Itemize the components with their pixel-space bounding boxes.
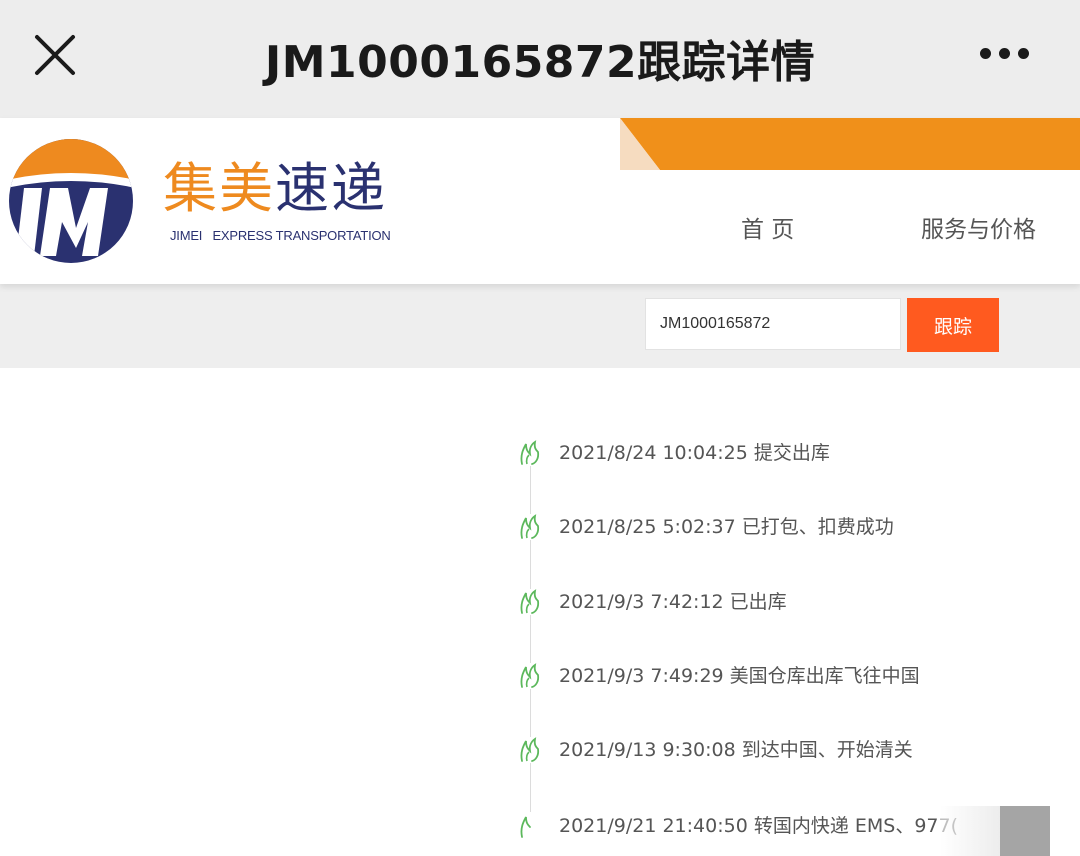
brand-name-part2: 速递	[275, 157, 387, 220]
app-bar: JM1000165872跟踪详情	[0, 0, 1080, 118]
sprout-icon	[518, 737, 542, 763]
timeline-event-text: 2021/9/3 7:42:12 已出库	[559, 591, 787, 613]
site-header: 集美速递 JIMEI EXPRESS TRANSPORTATION 首 页 服务…	[0, 118, 1080, 284]
sprout-icon	[518, 813, 542, 839]
timeline-event-text: 2021/9/13 9:30:08 到达中国、开始清关	[559, 739, 913, 761]
sprout-icon	[518, 514, 542, 540]
timeline-item: 2021/8/24 10:04:25 提交出库	[0, 440, 1080, 480]
timeline-item: 2021/9/13 9:30:08 到达中国、开始清关	[0, 737, 1080, 777]
sprout-icon	[518, 663, 542, 689]
nav-item-home[interactable]: 首 页	[741, 210, 794, 244]
sprout-icon	[518, 589, 542, 615]
search-bar: 跟踪	[0, 284, 1080, 368]
page-title: JM1000165872跟踪详情	[264, 37, 816, 88]
timeline-item: 2021/9/3 7:42:12 已出库	[0, 589, 1080, 629]
timeline-event-text: 2021/9/21 21:40:50 转国内快递 EMS、977(	[559, 815, 959, 837]
timeline-item: 2021/9/3 7:49:29 美国仓库出库飞往中国	[0, 663, 1080, 703]
nav-item-services-pricing[interactable]: 服务与价格	[921, 210, 1036, 244]
timeline-item: 2021/9/21 21:40:50 转国内快递 EMS、977(	[0, 813, 1080, 853]
timeline-event-text: 2021/9/3 7:49:29 美国仓库出库飞往中国	[559, 665, 920, 687]
floating-scroll-button[interactable]	[1000, 806, 1050, 856]
brand-name-part1: 集美	[163, 157, 275, 220]
timeline-event-text: 2021/8/25 5:02:37 已打包、扣费成功	[559, 516, 894, 538]
tracking-number-input[interactable]	[645, 298, 901, 350]
header-orange-band	[620, 118, 1080, 170]
more-dots-icon[interactable]	[974, 40, 1034, 70]
scroll-fade-overlay	[940, 806, 1002, 856]
timeline-event-text: 2021/8/24 10:04:25 提交出库	[559, 442, 830, 464]
company-logo-icon[interactable]	[6, 136, 136, 266]
sprout-icon	[518, 440, 542, 466]
brand-name-en: JIMEI EXPRESS TRANSPORTATION	[170, 228, 391, 243]
track-button[interactable]: 跟踪	[907, 298, 999, 352]
brand-name-cn: 集美速递	[163, 162, 387, 216]
timeline-item: 2021/8/25 5:02:37 已打包、扣费成功	[0, 514, 1080, 554]
